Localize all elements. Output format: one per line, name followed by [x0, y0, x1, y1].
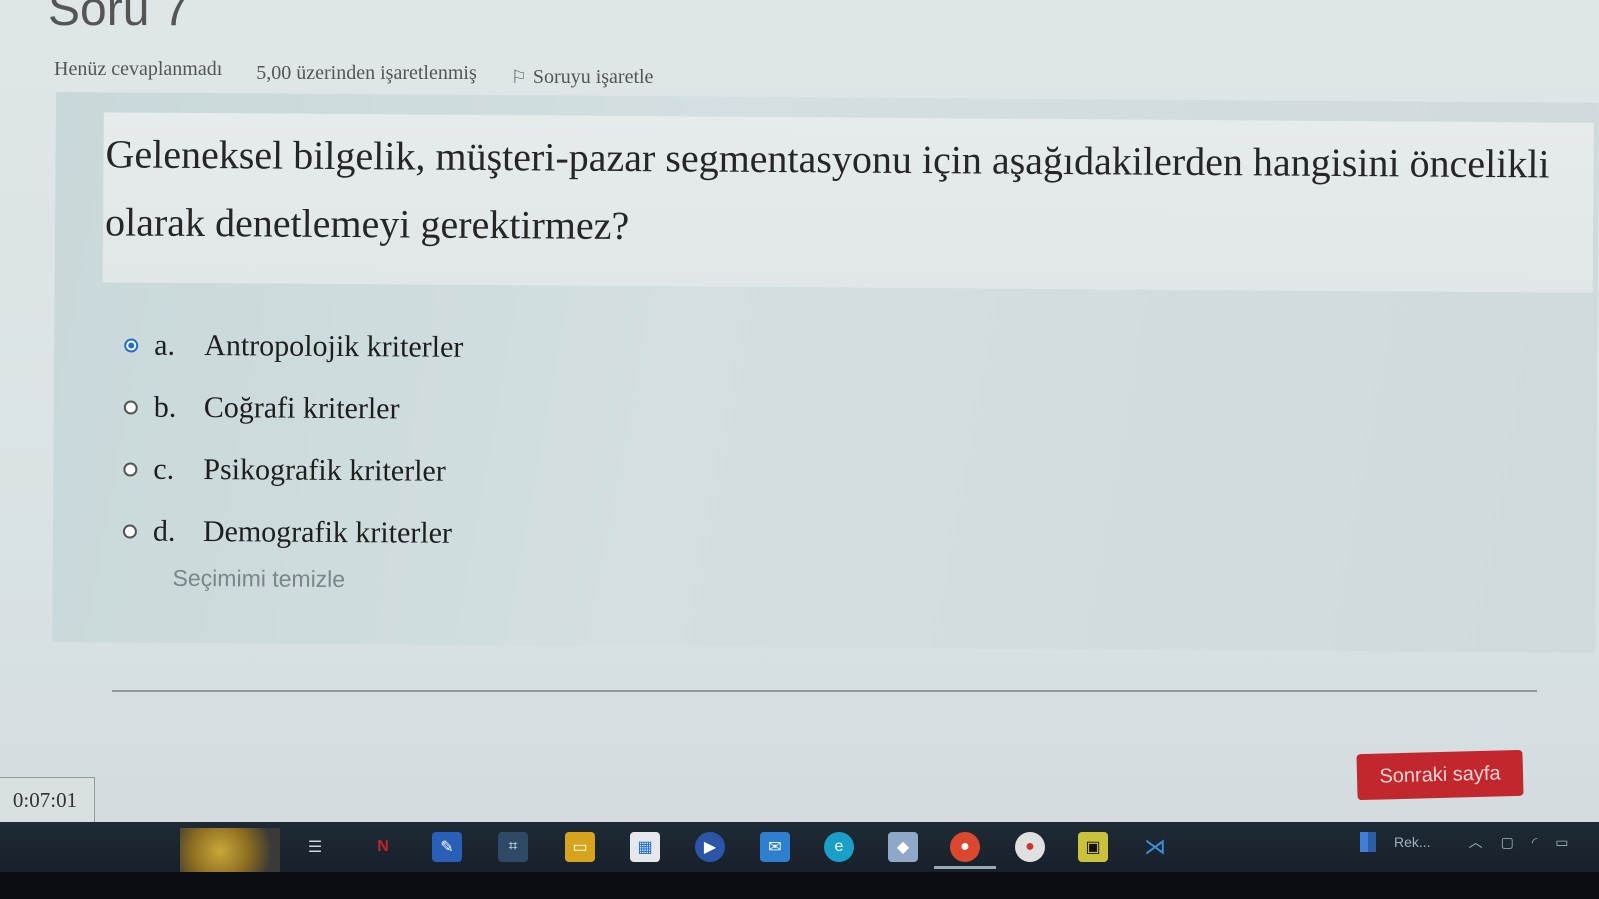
option-label: Psikografik kriterler: [203, 453, 446, 488]
screen-bezel: [0, 872, 1599, 899]
option-label: Antropolojik kriterler: [204, 329, 464, 364]
tray-label[interactable]: Rek...: [1394, 834, 1431, 850]
system-tray: Rek... ︿ ▢ ◜ ▭: [1360, 832, 1568, 852]
option-c[interactable]: c. Psikografik kriterler: [123, 438, 463, 502]
flag-icon: ⚐: [510, 67, 527, 87]
device-icon[interactable]: ▢: [1501, 834, 1514, 851]
radio-button[interactable]: [123, 462, 138, 477]
question-title: Soru 7: [48, 0, 190, 36]
task-view-icon[interactable]: ☰: [300, 832, 330, 862]
terminal-icon[interactable]: ▣: [1078, 832, 1108, 862]
question-text-line1: Geleneksel bilgelik, müşteri-pazar segme…: [105, 131, 1550, 187]
question-meta: Henüz cevaplanmadı 5,00 üzerinden işaret…: [54, 58, 653, 89]
option-label: Coğrafi kriterler: [203, 391, 400, 426]
edit-app-icon[interactable]: ✎: [432, 832, 462, 862]
store-icon[interactable]: ▦: [630, 832, 660, 862]
question-card: Geleneksel bilgelik, müşteri-pazar segme…: [52, 92, 1599, 653]
vscode-icon[interactable]: ⋊: [1140, 832, 1170, 862]
app-cube-icon[interactable]: ◆: [888, 832, 918, 862]
chrome-icon[interactable]: ●: [950, 832, 980, 862]
radio-button-selected[interactable]: [124, 338, 139, 353]
clear-selection-link[interactable]: Seçimimi temizle: [173, 565, 346, 593]
flag-question-label: Soruyu işaretle: [532, 66, 654, 88]
network-app-icon[interactable]: ⌗: [498, 832, 528, 862]
media-icon[interactable]: ▶: [695, 832, 725, 862]
question-text: Geleneksel bilgelik, müşteri-pazar segme…: [102, 112, 1594, 293]
radio-button[interactable]: [122, 524, 137, 539]
flag-question-link[interactable]: ⚐ Soruyu işaretle: [511, 66, 654, 89]
option-letter: c.: [153, 452, 175, 486]
wifi-icon[interactable]: ◜: [1532, 834, 1537, 851]
next-page-button[interactable]: Sonraki sayfa: [1356, 749, 1524, 801]
wallpaper-thumbnail: [180, 828, 280, 874]
app-ball-icon[interactable]: ●: [1015, 832, 1045, 862]
question-marks: 5,00 üzerinden işaretlenmiş: [256, 62, 477, 84]
edge-icon[interactable]: e: [824, 832, 854, 862]
option-a[interactable]: a. Antropolojik kriterler: [124, 314, 464, 378]
option-letter: a.: [154, 328, 176, 362]
signal-icon: [1360, 832, 1376, 852]
quiz-timer: 0:07:01: [0, 777, 95, 823]
divider: [112, 690, 1537, 692]
n-app-icon[interactable]: N: [368, 832, 398, 862]
mail-icon[interactable]: ✉: [760, 832, 790, 862]
answer-options: a. Antropolojik kriterler b. Coğrafi kri…: [122, 314, 464, 564]
active-app-indicator: [934, 866, 996, 869]
option-d[interactable]: d. Demografik kriterler: [122, 500, 463, 564]
answer-status: Henüz cevaplanmadı: [54, 58, 223, 80]
file-explorer-icon[interactable]: ▭: [565, 832, 595, 862]
battery-icon[interactable]: ▭: [1555, 834, 1568, 851]
option-b[interactable]: b. Coğrafi kriterler: [123, 376, 464, 440]
radio-button[interactable]: [123, 400, 138, 415]
option-letter: b.: [153, 390, 177, 424]
question-text-line2: olarak denetlemeyi gerektirmez?: [104, 199, 630, 249]
option-label: Demografik kriterler: [202, 515, 453, 550]
option-letter: d.: [152, 514, 176, 548]
chevron-up-icon[interactable]: ︿: [1469, 832, 1483, 852]
